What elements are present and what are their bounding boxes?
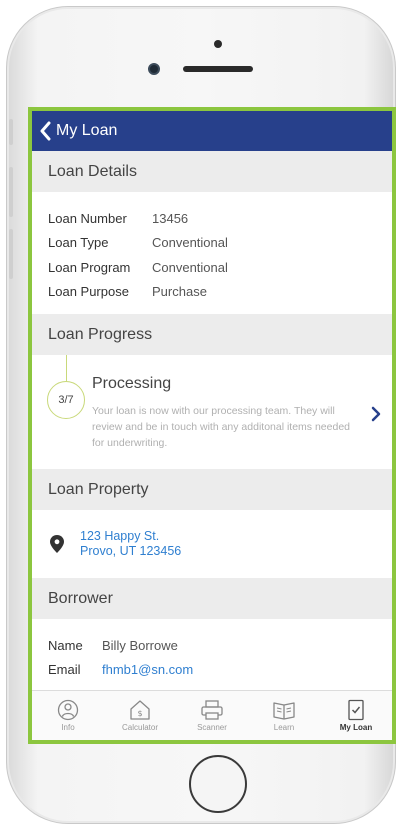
- mute-switch: [9, 119, 13, 145]
- borrower-name-value: Billy Borrowe: [102, 637, 178, 653]
- checklist-icon: [348, 699, 364, 721]
- tab-learn[interactable]: Learn: [252, 699, 316, 732]
- address-line-1: 123 Happy St.: [80, 529, 160, 543]
- earpiece-speaker: [183, 66, 253, 72]
- progress-description: Your loan is now with our processing tea…: [92, 405, 350, 449]
- info-icon: [57, 699, 79, 721]
- detail-value: 13456: [152, 210, 189, 226]
- section-header-borrower: Borrower: [32, 578, 392, 619]
- detail-row-loan-number: Loan Number 13456: [48, 206, 376, 231]
- loan-progress-item[interactable]: 3/7 Processing Your loan is now with our…: [32, 355, 392, 469]
- tab-label: Learn: [273, 723, 295, 732]
- volume-up-button: [9, 167, 13, 217]
- property-address-row[interactable]: 123 Happy St. Provo, UT 123456: [32, 510, 392, 578]
- sensor-dot: [214, 40, 222, 48]
- chevron-right-icon[interactable]: [370, 405, 382, 423]
- detail-value: Purchase: [152, 284, 207, 300]
- section-header-loan-progress: Loan Progress: [32, 314, 392, 355]
- borrower-email-label: Email: [48, 661, 81, 677]
- borrower-email-link[interactable]: fhmb1@sn.com: [102, 662, 193, 677]
- property-address[interactable]: 123 Happy St. Provo, UT 123456: [80, 529, 181, 559]
- borrower-details: Name Billy Borrowe Email fhmb1@sn.com: [32, 619, 392, 681]
- detail-value: Conventional: [152, 235, 228, 251]
- progress-connector: [66, 355, 67, 383]
- detail-row-loan-type: Loan Type Conventional: [48, 231, 376, 256]
- detail-label: Loan Type: [48, 235, 109, 251]
- detail-row-loan-program: Loan Program Conventional: [48, 255, 376, 280]
- front-camera: [148, 63, 160, 75]
- address-line-2: Provo, UT 123456: [80, 544, 182, 558]
- borrower-email-row: Email fhmb1@sn.com: [48, 657, 376, 681]
- detail-row-loan-purpose: Loan Purpose Purchase: [48, 280, 376, 305]
- detail-value: Conventional: [152, 259, 228, 275]
- detail-label: Loan Number: [48, 210, 127, 226]
- tab-my-loan[interactable]: My Loan: [324, 699, 388, 732]
- chevron-left-icon: [40, 121, 51, 141]
- book-icon: [273, 702, 295, 720]
- tab-info[interactable]: Info: [36, 699, 100, 732]
- tab-label: Info: [61, 723, 75, 732]
- svg-text:$: $: [137, 709, 142, 718]
- volume-down-button: [9, 229, 13, 279]
- page-title: My Loan: [56, 122, 118, 139]
- tab-bar: Info $ Calculator Scanner Learn My Loan: [32, 690, 392, 740]
- detail-label: Loan Purpose: [48, 284, 129, 300]
- home-button[interactable]: [189, 755, 247, 813]
- progress-status: Processing: [92, 375, 172, 392]
- calculator-icon: $: [130, 700, 150, 720]
- tab-label: Calculator: [121, 723, 158, 732]
- tab-scanner[interactable]: Scanner: [180, 699, 244, 732]
- location-pin-icon: [50, 535, 64, 553]
- loan-details-list: Loan Number 13456 Loan Type Conventional…: [32, 192, 392, 314]
- detail-label: Loan Program: [48, 259, 131, 275]
- app-screen: My Loan Loan Details Loan Number 13456 L…: [28, 107, 396, 744]
- section-header-loan-details: Loan Details: [32, 151, 392, 192]
- back-button[interactable]: My Loan: [38, 121, 117, 141]
- navigation-bar: My Loan: [32, 111, 392, 151]
- borrower-name-row: Name Billy Borrowe: [48, 633, 376, 657]
- section-header-loan-property: Loan Property: [32, 469, 392, 510]
- tab-label: My Loan: [339, 723, 373, 732]
- borrower-name-label: Name: [48, 637, 83, 653]
- progress-step-badge: 3/7: [47, 381, 85, 419]
- tab-calculator[interactable]: $ Calculator: [108, 699, 172, 732]
- tab-label: Scanner: [197, 723, 227, 732]
- scanner-icon: [201, 700, 223, 720]
